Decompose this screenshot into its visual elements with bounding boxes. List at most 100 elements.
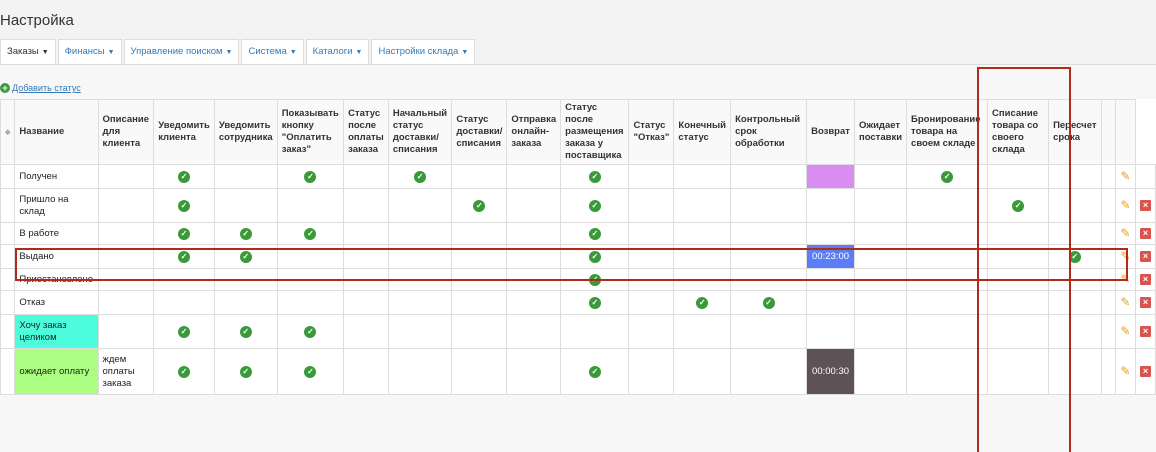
flag-cell[interactable]: ✓: [560, 222, 630, 245]
flag-cell[interactable]: ✓: [213, 222, 278, 245]
flag-cell[interactable]: ✓: [276, 348, 345, 395]
tab-5[interactable]: Настройки склада ▼: [371, 39, 476, 64]
flag-cell[interactable]: [560, 314, 630, 349]
delete-button[interactable]: ×: [1135, 268, 1156, 291]
deadline-cell[interactable]: [806, 188, 855, 223]
flag-cell[interactable]: ✓: [451, 188, 508, 223]
flag-cell[interactable]: [906, 290, 989, 315]
flag-cell[interactable]: [853, 222, 908, 245]
flag-cell[interactable]: [673, 164, 732, 189]
flag-cell[interactable]: [1100, 314, 1116, 349]
flag-cell[interactable]: [853, 314, 908, 349]
flag-cell[interactable]: [906, 348, 989, 395]
flag-cell[interactable]: [451, 348, 508, 395]
edit-button[interactable]: ✎: [1114, 188, 1137, 223]
deadline-cell[interactable]: [806, 314, 855, 349]
flag-cell[interactable]: [853, 164, 908, 189]
flag-cell[interactable]: ✓: [153, 164, 215, 189]
tab-4[interactable]: Каталоги ▼: [305, 39, 370, 64]
deadline-cell[interactable]: 00:00:30: [806, 348, 855, 395]
flag-cell[interactable]: [506, 290, 562, 315]
flag-cell[interactable]: [628, 222, 675, 245]
flag-cell[interactable]: ✓: [153, 188, 215, 223]
flag-cell[interactable]: [276, 188, 345, 223]
edit-button[interactable]: ✎: [1114, 314, 1137, 349]
sort-column-header[interactable]: ◆: [0, 99, 16, 165]
flag-cell[interactable]: [628, 290, 675, 315]
flag-cell[interactable]: [1100, 348, 1116, 395]
edit-button[interactable]: ✎: [1114, 348, 1137, 395]
flag-cell[interactable]: [153, 290, 215, 315]
flag-cell[interactable]: ✓: [276, 164, 345, 189]
flag-cell[interactable]: [673, 348, 732, 395]
delete-button[interactable]: ×: [1135, 222, 1156, 245]
flag-cell[interactable]: [451, 164, 508, 189]
flag-cell[interactable]: [387, 314, 453, 349]
delete-button[interactable]: ×: [1135, 290, 1156, 315]
flag-cell[interactable]: ✓: [153, 348, 215, 395]
deadline-cell[interactable]: [806, 164, 855, 189]
tab-1[interactable]: Финансы ▼: [57, 39, 122, 64]
flag-cell[interactable]: [853, 188, 908, 223]
flag-cell[interactable]: ✓: [153, 222, 215, 245]
flag-cell[interactable]: [276, 290, 345, 315]
flag-cell[interactable]: [1100, 222, 1116, 245]
flag-cell[interactable]: [387, 188, 453, 223]
tab-0[interactable]: Заказы ▼: [0, 39, 56, 64]
delete-button[interactable]: [1135, 164, 1156, 189]
flag-cell[interactable]: [506, 348, 562, 395]
edit-button[interactable]: ✎: [1114, 164, 1137, 189]
flag-cell[interactable]: [1100, 188, 1116, 223]
flag-cell[interactable]: ✓: [673, 290, 732, 315]
delete-button[interactable]: ×: [1135, 244, 1156, 269]
flag-cell[interactable]: [730, 222, 808, 245]
flag-cell[interactable]: [451, 290, 508, 315]
flag-cell[interactable]: ✓: [213, 314, 278, 349]
flag-cell[interactable]: [673, 314, 732, 349]
flag-cell[interactable]: [730, 314, 808, 349]
deadline-cell[interactable]: [806, 290, 855, 315]
flag-cell[interactable]: ✓: [560, 290, 630, 315]
edit-button[interactable]: ✎: [1114, 222, 1137, 245]
flag-cell[interactable]: ✓: [276, 222, 345, 245]
flag-cell[interactable]: [673, 188, 732, 223]
flag-cell[interactable]: [730, 188, 808, 223]
flag-cell[interactable]: [730, 164, 808, 189]
flag-cell[interactable]: [343, 348, 389, 395]
flag-cell[interactable]: [506, 314, 562, 349]
delete-button[interactable]: ×: [1135, 314, 1156, 349]
flag-cell[interactable]: [628, 164, 675, 189]
flag-cell[interactable]: [387, 348, 453, 395]
flag-cell[interactable]: [506, 164, 562, 189]
flag-cell[interactable]: [628, 314, 675, 349]
flag-cell[interactable]: ✓: [560, 188, 630, 223]
flag-cell[interactable]: [343, 314, 389, 349]
flag-cell[interactable]: [906, 314, 989, 349]
flag-cell[interactable]: [628, 348, 675, 395]
add-status-label[interactable]: Добавить статус: [12, 83, 81, 93]
flag-cell[interactable]: ✓: [387, 164, 453, 189]
flag-cell[interactable]: ✓: [276, 314, 345, 349]
flag-cell[interactable]: [213, 188, 278, 223]
flag-cell[interactable]: ✓: [153, 314, 215, 349]
flag-cell[interactable]: [1100, 164, 1116, 189]
flag-cell[interactable]: [451, 314, 508, 349]
flag-cell[interactable]: ✓: [906, 164, 989, 189]
flag-cell[interactable]: [387, 222, 453, 245]
flag-cell[interactable]: [853, 348, 908, 395]
flag-cell[interactable]: [906, 222, 989, 245]
flag-cell[interactable]: [343, 164, 389, 189]
flag-cell[interactable]: [387, 290, 453, 315]
flag-cell[interactable]: ✓: [560, 348, 630, 395]
flag-cell[interactable]: [1100, 290, 1116, 315]
tab-2[interactable]: Управление поиском ▼: [123, 39, 240, 64]
flag-cell[interactable]: [506, 222, 562, 245]
flag-cell[interactable]: [213, 164, 278, 189]
flag-cell[interactable]: [343, 222, 389, 245]
flag-cell[interactable]: [343, 290, 389, 315]
deadline-cell[interactable]: [806, 222, 855, 245]
flag-cell[interactable]: ✓: [213, 348, 278, 395]
flag-cell[interactable]: ✓: [730, 290, 808, 315]
tab-3[interactable]: Система ▼: [241, 39, 304, 64]
flag-cell[interactable]: [906, 188, 989, 223]
